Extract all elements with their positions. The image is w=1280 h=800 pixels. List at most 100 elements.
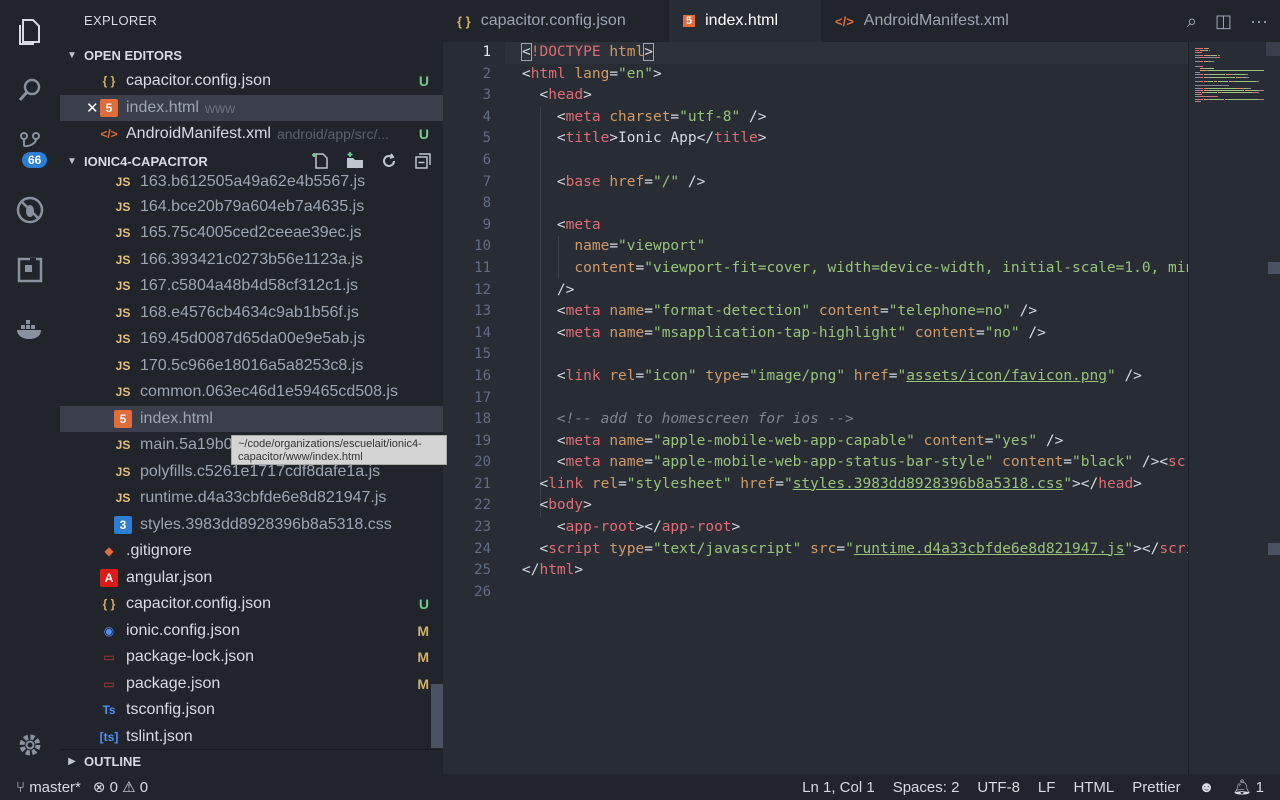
explorer-icon[interactable] bbox=[0, 7, 60, 57]
feedback-smiley-icon[interactable]: ☻ bbox=[1199, 779, 1215, 796]
file-tree-item[interactable]: [ts] tslint.json bbox=[60, 724, 443, 750]
file-name: 165.75c4005ced2ceeae39ec.js bbox=[140, 224, 362, 241]
minimap-line bbox=[1195, 85, 1230, 87]
tab-capacitor-config[interactable]: { } capacitor.config.json bbox=[443, 0, 669, 42]
file-tree-item[interactable]: JS 167.c5804a48b4d58cf312c1.js bbox=[60, 273, 443, 299]
code-token: < bbox=[522, 367, 566, 384]
code-token: "black" bbox=[1072, 454, 1134, 471]
xml-icon: </> bbox=[100, 127, 118, 141]
debug-icon[interactable] bbox=[0, 185, 60, 235]
refresh-icon[interactable] bbox=[379, 151, 399, 171]
collapse-all-icon[interactable] bbox=[413, 151, 433, 171]
file-tree-item[interactable]: JS 164.bce20b79a604eb7a4635.js bbox=[60, 194, 443, 220]
minimap-line bbox=[1218, 81, 1229, 82]
file-tree-item[interactable]: JS 163.b612505a49a62e4b5567.js bbox=[60, 173, 443, 191]
file-tree-item[interactable]: JS 166.393421c0273b56e1123a.js bbox=[60, 247, 443, 273]
file-tree-item[interactable]: JS 169.45d0087d65da00e9e5ab.js bbox=[60, 326, 443, 352]
encoding[interactable]: UTF-8 bbox=[977, 779, 1020, 796]
code-token: > bbox=[643, 43, 654, 61]
file-tree-item[interactable]: Aangular.json bbox=[60, 565, 443, 591]
bell-icon: 🔔︎ bbox=[1232, 779, 1252, 796]
open-editors-header[interactable]: ▼ OPEN EDITORS bbox=[60, 43, 443, 67]
code-line: /> bbox=[522, 280, 1188, 302]
minimap-line bbox=[1207, 81, 1213, 82]
file-tree-item[interactable]: JS 170.5c966e18016a5a8253c8.js bbox=[60, 353, 443, 379]
overview-marker bbox=[1268, 543, 1280, 555]
code-token: content bbox=[574, 259, 636, 276]
code-token: rel bbox=[609, 367, 636, 384]
code-token: title bbox=[565, 130, 610, 147]
code-token: title bbox=[714, 130, 758, 147]
minimap-line bbox=[1201, 94, 1203, 96]
extensions-icon[interactable] bbox=[0, 245, 60, 295]
cursor-position[interactable]: Ln 1, Col 1 bbox=[802, 779, 875, 796]
file-tree-item[interactable]: ◉ ionic.config.json M bbox=[60, 618, 443, 644]
end-of-line[interactable]: LF bbox=[1038, 779, 1056, 796]
open-editor-item[interactable]: ✕ 5 index.html www bbox=[60, 94, 443, 121]
more-actions-icon[interactable]: ··· bbox=[1250, 11, 1268, 32]
formatter[interactable]: Prettier bbox=[1132, 779, 1180, 796]
file-tree-item[interactable]: 3 styles.3983dd8928396b8a5318.css bbox=[60, 512, 443, 538]
line-number: 15 bbox=[474, 346, 491, 363]
file-tree-item[interactable]: JS 165.75c4005ced2ceeae39ec.js bbox=[60, 220, 443, 246]
code-editor[interactable]: 1 2 3 4 5 6 7 8 9 10 11 12 13 14 15 16 17 18 19 20 21 22 23 24 2… bbox=[443, 42, 1188, 774]
notifications[interactable]: 🔔︎ 1 bbox=[1232, 778, 1264, 796]
file-tree-item[interactable]: { } capacitor.config.json U bbox=[60, 591, 443, 617]
open-preview-icon[interactable]: ⌕ bbox=[1187, 11, 1197, 32]
minimap-line bbox=[1199, 74, 1204, 76]
split-editor-icon[interactable]: ◫ bbox=[1215, 11, 1232, 32]
language-mode[interactable]: HTML bbox=[1073, 779, 1114, 796]
minimap-line bbox=[1195, 48, 1204, 49]
code-line: name="viewport" bbox=[522, 236, 1188, 258]
sidebar-scrollbar[interactable] bbox=[431, 684, 443, 748]
scm-badge: 66 bbox=[22, 152, 48, 168]
npm-icon: ▭ bbox=[103, 676, 115, 691]
file-tree-item[interactable]: ◆ .gitignore bbox=[60, 538, 443, 564]
search-icon[interactable] bbox=[0, 65, 60, 115]
tab-android-manifest[interactable]: </> AndroidManifest.xml bbox=[821, 0, 1043, 42]
indentation[interactable]: Spaces: 2 bbox=[893, 779, 960, 796]
file-tree-item[interactable]: JS runtime.d4a33cbfde6e8d821947.js bbox=[60, 485, 443, 511]
outline-header[interactable]: ▶ OUTLINE bbox=[60, 749, 443, 773]
open-editor-item[interactable]: </> AndroidManifest.xml android/app/src/..… bbox=[60, 121, 443, 147]
code-content[interactable]: <!DOCTYPE html> <html lang="en"> <head> <… bbox=[521, 42, 1188, 603]
project-header[interactable]: ▼ IONIC4-CAPACITOR bbox=[60, 149, 443, 173]
code-token: head bbox=[1098, 475, 1134, 492]
code-line: <meta name="apple-mobile-web-app-capable… bbox=[522, 431, 1188, 453]
new-file-icon[interactable] bbox=[311, 151, 331, 171]
file-tree-item[interactable]: Ts tsconfig.json bbox=[60, 697, 443, 723]
minimap[interactable] bbox=[1188, 42, 1280, 774]
file-tree-item[interactable]: JS 168.e4576cb4634c9ab1b56f.js bbox=[60, 300, 443, 326]
file-tree-item[interactable]: JS common.063ec46d1e59465cd508.js bbox=[60, 379, 443, 405]
file-tree-item[interactable]: ▭ package-lock.json M bbox=[60, 644, 443, 670]
branch-indicator[interactable]: ⑂ master* bbox=[16, 779, 81, 796]
minimap-line bbox=[1208, 89, 1244, 91]
code-token: "viewport" bbox=[618, 238, 706, 255]
code-token: = bbox=[644, 540, 653, 557]
js-icon: JS bbox=[115, 305, 131, 320]
code-token: content bbox=[914, 324, 976, 341]
minimap-line bbox=[1208, 76, 1235, 78]
git-status-badge: U bbox=[418, 126, 429, 142]
minimap-line bbox=[1229, 98, 1258, 100]
close-icon[interactable]: ✕ bbox=[86, 99, 99, 117]
code-token: "icon" bbox=[644, 367, 697, 384]
code-token: </ bbox=[522, 562, 540, 579]
problems-indicator[interactable]: ⊗ 0 ⚠ 0 bbox=[93, 778, 148, 796]
line-number: 20 bbox=[474, 454, 491, 471]
editor-scrollbar[interactable] bbox=[1266, 42, 1280, 56]
new-folder-icon[interactable] bbox=[345, 151, 365, 171]
css3-icon: 3 bbox=[114, 515, 132, 534]
minimap-line bbox=[1199, 54, 1204, 56]
file-tree-item[interactable]: ▭ package.json M bbox=[60, 671, 443, 697]
settings-gear-icon[interactable] bbox=[0, 720, 60, 770]
minimap-line bbox=[1211, 61, 1214, 63]
file-name: 164.bce20b79a604eb7a4635.js bbox=[140, 197, 365, 215]
docker-icon[interactable] bbox=[0, 305, 60, 355]
file-tree-item[interactable]: 5 index.html bbox=[60, 405, 443, 432]
open-editor-item[interactable]: { } capacitor.config.json U bbox=[60, 68, 443, 94]
line-number: 19 bbox=[474, 432, 491, 449]
tab-index-html[interactable]: 5 index.html bbox=[669, 0, 821, 42]
